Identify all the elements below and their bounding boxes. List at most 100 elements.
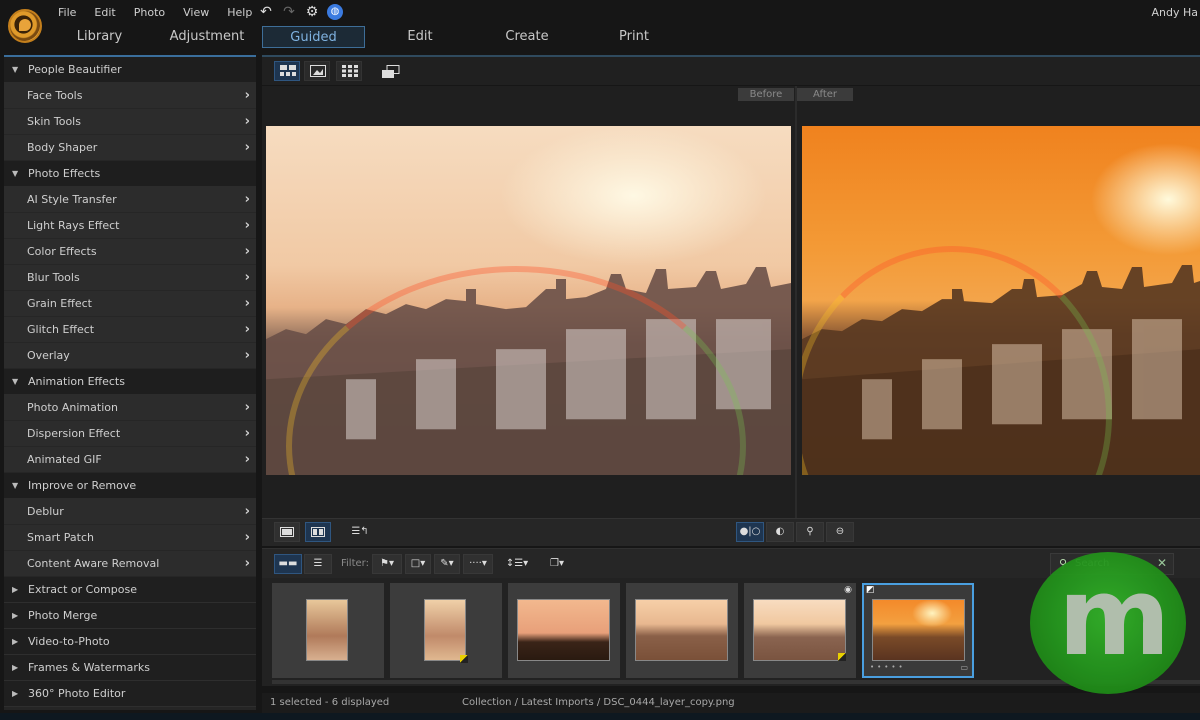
filmstrip-scrollbar[interactable] bbox=[272, 680, 1200, 684]
chevron-right-icon: › bbox=[244, 140, 250, 155]
filmstrip-icon: ▬▬ bbox=[278, 558, 298, 569]
expand-triangle-icon: ▼ bbox=[12, 481, 19, 490]
group-extract-or-compose[interactable]: ▶ Extract or Compose bbox=[4, 577, 256, 603]
list-view-button[interactable]: ☰ bbox=[304, 554, 332, 574]
tool-label: Photo Animation bbox=[27, 401, 118, 414]
menu-edit[interactable]: Edit bbox=[94, 6, 115, 19]
group-photo-merge[interactable]: ▶ Photo Merge bbox=[4, 603, 256, 629]
tool-light-rays-effect[interactable]: Light Rays Effect › bbox=[4, 213, 256, 239]
thumbnail-3[interactable] bbox=[508, 583, 620, 678]
thumbnail-2[interactable] bbox=[390, 583, 502, 678]
tool-overlay[interactable]: Overlay › bbox=[4, 343, 256, 369]
before-label: Before bbox=[738, 88, 794, 101]
tool-photo-animation[interactable]: Photo Animation › bbox=[4, 395, 256, 421]
group-improve-or-remove[interactable]: ▼ Improve or Remove bbox=[4, 473, 256, 499]
thumbnail-4[interactable] bbox=[626, 583, 738, 678]
menu-photo[interactable]: Photo bbox=[134, 6, 165, 19]
menu-help[interactable]: Help bbox=[227, 6, 252, 19]
tool-color-effects[interactable]: Color Effects › bbox=[4, 239, 256, 265]
menu-file[interactable]: File bbox=[58, 6, 76, 19]
chevron-right-icon: › bbox=[244, 452, 250, 467]
thumbnail-image bbox=[753, 599, 846, 661]
sort-dropdown[interactable]: ↕☰▾ bbox=[502, 554, 532, 574]
notification-icon[interactable]: ◍ bbox=[327, 4, 343, 20]
rating-filter-dropdown[interactable]: ····▾ bbox=[463, 554, 493, 574]
group-label: Photo Effects bbox=[28, 167, 101, 180]
group-people-beautifier[interactable]: ▼ People Beautifier bbox=[4, 57, 256, 83]
menu-view[interactable]: View bbox=[183, 6, 209, 19]
compare-mode-split-button[interactable]: ●|○ bbox=[736, 522, 764, 542]
tab-adjustment[interactable]: Adjustment bbox=[157, 26, 257, 48]
group-video-to-photo[interactable]: ▶ Video-to-Photo bbox=[4, 629, 256, 655]
history-button[interactable]: ☰↰ bbox=[348, 522, 372, 542]
stack-badge-icon: ◉ bbox=[844, 585, 852, 595]
thumbnail-1[interactable] bbox=[272, 583, 384, 678]
tool-dispersion-effect[interactable]: Dispersion Effect › bbox=[4, 421, 256, 447]
chevron-right-icon: › bbox=[244, 244, 250, 259]
thumbnail-image bbox=[872, 599, 965, 661]
tool-ai-style-transfer[interactable]: AI Style Transfer › bbox=[4, 187, 256, 213]
tab-edit[interactable]: Edit bbox=[365, 26, 475, 48]
vertical-compare-icon: ⚲ bbox=[806, 526, 814, 537]
single-view-button[interactable] bbox=[304, 61, 330, 81]
comment-icon: ▭ bbox=[960, 663, 968, 672]
tool-skin-tools[interactable]: Skin Tools › bbox=[4, 109, 256, 135]
redo-icon[interactable]: ↷ bbox=[281, 4, 297, 20]
tab-guided[interactable]: Guided bbox=[262, 26, 365, 48]
flag-filter-dropdown[interactable]: ⚑▾ bbox=[372, 554, 402, 574]
tool-smart-patch[interactable]: Smart Patch › bbox=[4, 525, 256, 551]
group-photo-effects[interactable]: ▼ Photo Effects bbox=[4, 161, 256, 187]
half-compare-icon: ◐ bbox=[775, 526, 785, 537]
group-animation-effects[interactable]: ▼ Animation Effects bbox=[4, 369, 256, 395]
after-photo[interactable] bbox=[802, 126, 1200, 475]
tool-content-aware-removal[interactable]: Content Aware Removal › bbox=[4, 551, 256, 577]
rating-stars[interactable]: ••••• bbox=[870, 663, 906, 671]
status-bar: 1 selected - 6 displayed Collection / La… bbox=[262, 693, 1200, 713]
tool-face-tools[interactable]: Face Tools › bbox=[4, 83, 256, 109]
compare-mode-horizontal-button[interactable]: ⊖ bbox=[826, 522, 854, 542]
single-preview-icon bbox=[280, 527, 294, 537]
compare-button[interactable] bbox=[376, 61, 402, 81]
tab-print[interactable]: Print bbox=[579, 26, 689, 48]
selection-count: 1 selected - 6 displayed bbox=[270, 697, 390, 708]
tab-library[interactable]: Library bbox=[42, 26, 157, 48]
tab-create[interactable]: Create bbox=[475, 26, 579, 48]
group-label: Improve or Remove bbox=[28, 479, 137, 492]
tool-label: Overlay bbox=[27, 349, 70, 362]
grid-view-button[interactable] bbox=[336, 61, 362, 81]
tool-body-shaper[interactable]: Body Shaper › bbox=[4, 135, 256, 161]
single-preview-button[interactable] bbox=[274, 522, 300, 542]
user-name[interactable]: Andy Ha bbox=[1152, 6, 1199, 19]
edit-filter-dropdown[interactable]: ✎▾ bbox=[434, 554, 460, 574]
tool-grain-effect[interactable]: Grain Effect › bbox=[4, 291, 256, 317]
filmstrip-view-button[interactable]: ▬▬ bbox=[274, 554, 302, 574]
thumbnail-5[interactable]: ◉ bbox=[744, 583, 856, 678]
stack-dropdown[interactable]: ❐▾ bbox=[544, 554, 570, 574]
group-360-photo-editor[interactable]: ▶ 360° Photo Editor bbox=[4, 681, 256, 707]
compare-mode-half-button[interactable]: ◐ bbox=[766, 522, 794, 542]
photo-viewer: Before After bbox=[262, 86, 1200, 518]
group-frames-watermarks[interactable]: ▶ Frames & Watermarks bbox=[4, 655, 256, 681]
title-bar: File Edit Photo View Help ↶ ↷ ⚙ ◍ Andy H… bbox=[0, 0, 1200, 52]
after-label: After bbox=[797, 88, 853, 101]
thumbnail-image bbox=[306, 599, 348, 661]
compare-mode-vertical-button[interactable]: ⚲ bbox=[796, 522, 824, 542]
tool-glitch-effect[interactable]: Glitch Effect › bbox=[4, 317, 256, 343]
chevron-right-icon: › bbox=[244, 322, 250, 337]
tool-label: Skin Tools bbox=[27, 115, 81, 128]
thumbnail-6-selected[interactable]: ◩ ••••• ▭ bbox=[862, 583, 974, 678]
tool-blur-tools[interactable]: Blur Tools › bbox=[4, 265, 256, 291]
tool-label: Grain Effect bbox=[27, 297, 92, 310]
color-label-filter-dropdown[interactable]: □▾ bbox=[405, 554, 431, 574]
tool-animated-gif[interactable]: Animated GIF › bbox=[4, 447, 256, 473]
compare-divider[interactable] bbox=[795, 86, 797, 518]
tool-deblur[interactable]: Deblur › bbox=[4, 499, 256, 525]
before-photo[interactable] bbox=[266, 126, 791, 475]
split-view-button[interactable] bbox=[274, 61, 300, 81]
tool-label: Color Effects bbox=[27, 245, 97, 258]
settings-icon[interactable]: ⚙ bbox=[304, 4, 320, 20]
chevron-right-icon: › bbox=[244, 556, 250, 571]
expand-triangle-icon: ▼ bbox=[12, 169, 19, 178]
undo-icon[interactable]: ↶ bbox=[258, 4, 274, 20]
side-by-side-button[interactable] bbox=[305, 522, 331, 542]
